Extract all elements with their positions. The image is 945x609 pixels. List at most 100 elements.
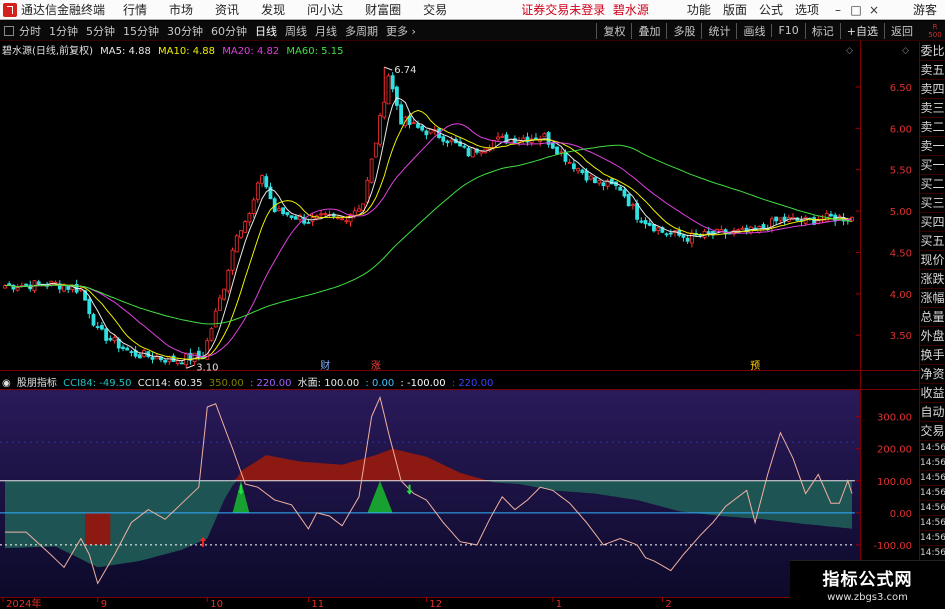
candle-body-66 [281,207,286,215]
side-time-4: 14:56 [920,501,945,516]
side-item-13[interactable]: 涨幅 [920,289,945,308]
trade-status-warning[interactable]: 证券交易未登录 碧水源 [521,1,649,18]
side-item-3[interactable]: 卖三 [920,99,945,118]
price-ytick-label-1: 4.00 [890,290,912,301]
panel-toggle-icon[interactable] [4,25,14,36]
tab-1min[interactable]: 1分钟 [49,23,78,39]
menu-discover[interactable]: 发现 [261,1,285,18]
tab-60min[interactable]: 60分钟 [211,23,247,39]
side-time-0: 14:56 [920,441,945,456]
candle-body-3 [15,287,20,291]
side-item-5[interactable]: 卖一 [920,137,945,156]
candle-body-151 [639,220,644,223]
menu-functions[interactable]: 功能 [687,1,711,18]
menu-ask[interactable]: 问小达 [307,1,343,18]
candle-body-58 [247,213,252,223]
side-item-19[interactable]: 自动 [920,403,945,422]
side-item-18[interactable]: 收益 [920,384,945,403]
candle-body-161 [681,234,686,238]
menu-news[interactable]: 资讯 [215,1,239,18]
watermark-title: 指标公式网 [822,570,913,590]
candle-body-40 [171,355,176,362]
back-button[interactable]: 返回 [884,22,919,39]
mark-button[interactable]: 标记 [804,22,840,39]
indicator-value-3: : 220.00 [249,378,292,389]
side-time-5: 14:56 [920,516,945,531]
side-item-9[interactable]: 买四 [920,213,945,232]
side-item-14[interactable]: 总量 [920,308,945,327]
menu-quotes[interactable]: 行情 [123,1,147,18]
indicator-name[interactable]: 股朋指标 [17,378,57,389]
add-watchlist-button[interactable]: +自选 [839,22,884,39]
side-item-4[interactable]: 卖二 [920,118,945,137]
candle-body-174 [736,229,741,232]
side-item-2[interactable]: 卖四 [920,80,945,99]
menu-trade[interactable]: 交易 [423,1,447,18]
candle-body-54 [230,249,235,271]
candle-body-28 [121,346,125,349]
indicator-value-5: : 0.00 [365,378,395,389]
xtick-label-2: 10 [210,599,223,609]
overlay-button[interactable]: 叠加 [631,22,666,39]
guest-user[interactable]: 游客 [913,1,937,18]
multi-stock-button[interactable]: 多股 [666,22,701,39]
side-item-16[interactable]: 换手 [920,346,945,365]
tab-more[interactable]: 更多 › [386,23,416,39]
side-item-8[interactable]: 买三 [920,194,945,213]
side-item-12[interactable]: 涨跌 [920,270,945,289]
watermark-url: www.zbgs3.com [827,592,908,603]
menu-market[interactable]: 市场 [169,1,193,18]
side-item-6[interactable]: 买一 [920,156,945,175]
chart-canvas[interactable]: 3.50 4.00 4.50 5.00 5.50 6.00 6.50 ◇ ◇ 6.74 3.10 财 涨… [0,0,945,609]
close-icon[interactable]: × [867,3,881,17]
candle-body-8 [36,281,41,284]
menu-options[interactable]: 选项 [795,1,819,18]
side-item-15[interactable]: 外盘 [920,327,945,346]
tab-multi-period[interactable]: 多周期 [345,23,378,39]
indicator-dropdown-icon[interactable]: ◉ [2,378,11,389]
candle-body-76 [323,213,328,215]
candle-body-113 [479,151,484,154]
candle-body-84 [357,208,361,212]
candle-body-147 [622,189,627,197]
candle-body-109 [462,145,467,148]
menu-layout[interactable]: 版面 [723,1,747,18]
tab-monthly[interactable]: 月线 [315,23,337,39]
price-ytick-label-3: 5.00 [890,207,912,218]
candle-body-90 [382,101,387,118]
side-item-11[interactable]: 现价 [920,251,945,270]
candle-body-50 [213,310,218,328]
stock-title[interactable]: 碧水源(日线,前复权) [2,46,93,57]
side-item-1[interactable]: 卖五 [920,61,945,80]
candle-body-91 [386,75,391,105]
xtick-label-6: 2 [665,599,671,609]
ma5-label: MA5: 4.88 [100,46,151,57]
minimize-icon[interactable]: – [831,3,845,17]
adjust-button[interactable]: 复权 [596,22,631,39]
side-item-20[interactable]: 交易 [920,422,945,441]
tab-weekly[interactable]: 周线 [285,23,307,39]
xtick-label-0: 2024年 [6,597,41,609]
candle-body-1 [7,283,12,286]
candle-body-185 [782,216,787,222]
tab-5min[interactable]: 5分钟 [86,23,115,39]
side-item-10[interactable]: 买五 [920,232,945,251]
draw-line-button[interactable]: 画线 [736,22,771,39]
candle-body-51 [218,297,222,311]
menu-formula[interactable]: 公式 [759,1,783,18]
candle-body-52 [222,288,227,300]
candle-body-136 [576,168,580,172]
side-item-7[interactable]: 买二 [920,175,945,194]
stats-button[interactable]: 统计 [701,22,736,39]
f10-button[interactable]: F10 [771,24,804,37]
maximize-icon[interactable]: □ [849,3,863,17]
candle-body-180 [761,224,766,229]
tab-daily[interactable]: 日线 [255,23,277,39]
tab-intraday[interactable]: 分时 [19,23,41,39]
tab-30min[interactable]: 30分钟 [167,23,203,39]
tab-15min[interactable]: 15分钟 [123,23,159,39]
side-item-17[interactable]: 净资 [920,365,945,384]
menu-wealth[interactable]: 财富圈 [365,1,401,18]
candle-body-59 [251,199,256,214]
side-item-0[interactable]: 委比 [920,42,945,61]
